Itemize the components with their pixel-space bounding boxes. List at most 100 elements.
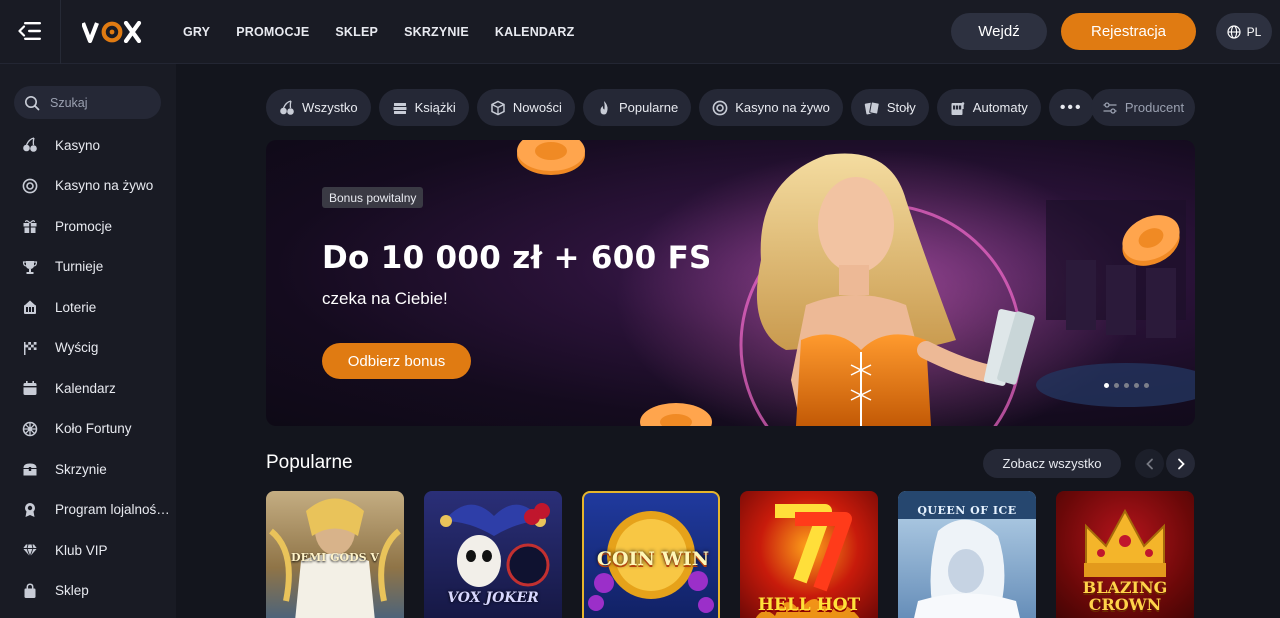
- nav-item-sklep[interactable]: SKLEP: [322, 25, 391, 39]
- sidebar-item-kasyno-na-zywo[interactable]: Kasyno na żywo: [0, 166, 176, 207]
- sidebar-item-kolo-fortuny[interactable]: Koło Fortuny: [0, 409, 176, 450]
- sidebar-item-label: Wyścig: [55, 340, 99, 356]
- carousel-dot[interactable]: [1134, 383, 1139, 388]
- category-label: Wszystko: [302, 100, 358, 115]
- carousel-dot[interactable]: [1114, 383, 1119, 388]
- carousel-dot[interactable]: [1144, 383, 1149, 388]
- vox-logo-icon: [82, 21, 142, 43]
- category-label: Automaty: [972, 100, 1028, 115]
- sidebar-item-label: Klub VIP: [55, 542, 108, 558]
- cube-icon: [490, 100, 506, 116]
- game-title: QUEEN OF ICE: [917, 504, 1017, 517]
- header-divider: [60, 0, 61, 64]
- carousel-prev-button[interactable]: [1135, 449, 1164, 478]
- sidebar-item-label: Skrzynie: [55, 461, 107, 477]
- sidebar-item-kalendarz[interactable]: Kalendarz: [0, 368, 176, 409]
- promo-banner[interactable]: Bonus powitalny Do 10 000 zł + 600 FS cz…: [266, 140, 1195, 426]
- sidebar-item-turnieje[interactable]: Turnieje: [0, 247, 176, 288]
- calendar-icon: [22, 380, 38, 396]
- more-categories-button[interactable]: •••: [1048, 89, 1094, 126]
- category-stoly[interactable]: Stoły: [850, 89, 929, 126]
- search-box[interactable]: [14, 86, 161, 119]
- game-tile-demi-gods[interactable]: DEMI GODS V: [266, 491, 404, 618]
- category-kasyno-na-zywo[interactable]: Kasyno na żywo: [699, 89, 843, 126]
- category-label: Popularne: [618, 100, 679, 115]
- game-title: HELL HOT: [757, 595, 861, 615]
- nav-item-kalendarz[interactable]: KALENDARZ: [482, 25, 588, 39]
- game-title: BLAZING CROWN: [1082, 578, 1168, 614]
- language-selector[interactable]: PL: [1216, 13, 1272, 50]
- game-tile-vox-joker[interactable]: VOX JOKER: [424, 491, 562, 618]
- category-label: Stoły: [886, 100, 916, 115]
- see-all-button[interactable]: Zobacz wszystko: [983, 449, 1121, 478]
- books-icon: [392, 100, 408, 116]
- carousel-dot[interactable]: [1124, 383, 1129, 388]
- nav-item-gry[interactable]: GRY: [170, 25, 223, 39]
- banner-subtitle: czeka na Ciebie!: [322, 289, 448, 308]
- cherries-icon: [22, 137, 38, 153]
- sidebar-item-klub-vip[interactable]: Klub VIP: [0, 530, 176, 571]
- wheel-icon: [22, 421, 38, 437]
- game-title: COIN WIN: [596, 548, 710, 570]
- producer-filter-button[interactable]: Producent: [1091, 89, 1195, 126]
- sidebar-item-label: Kasyno na żywo: [55, 178, 154, 194]
- sidebar-item-promocje[interactable]: Promocje: [0, 206, 176, 247]
- roulette-icon: [22, 178, 38, 194]
- shopping-bag-icon: [22, 583, 38, 599]
- sidebar: Kasyno Kasyno na żywo Promocje Turnieje …: [0, 64, 176, 618]
- game-tile-hell-hot[interactable]: HELL HOT: [740, 491, 878, 618]
- sidebar-item-label: Promocje: [55, 218, 113, 234]
- login-button[interactable]: Wejdź: [951, 13, 1047, 50]
- category-ksiazki[interactable]: Książki: [378, 89, 469, 126]
- sidebar-item-sklep[interactable]: Sklep: [0, 571, 176, 612]
- game-title: VOX JOKER: [447, 590, 539, 606]
- language-code: PL: [1246, 24, 1262, 39]
- cards-icon: [864, 100, 880, 116]
- filter-sliders-icon: [1103, 101, 1117, 114]
- carousel-dots: [1104, 383, 1149, 388]
- logo[interactable]: VOX: [82, 18, 142, 46]
- top-header: VOX GRY PROMOCJE SKLEP SKRZYNIE KALENDAR…: [0, 0, 1280, 64]
- carousel-next-button[interactable]: [1166, 449, 1195, 478]
- nav-item-promocje[interactable]: PROMOCJE: [223, 25, 322, 39]
- sidebar-item-label: Kasyno: [55, 137, 101, 153]
- sidebar-toggle-icon[interactable]: [18, 20, 42, 42]
- cherries-icon: [279, 99, 295, 116]
- carousel-dot[interactable]: [1104, 383, 1109, 388]
- sidebar-item-loterie[interactable]: Loterie: [0, 287, 176, 328]
- gift-icon: [22, 218, 38, 234]
- roulette-icon: [712, 100, 728, 116]
- sidebar-item-skrzynie[interactable]: Skrzynie: [0, 449, 176, 490]
- main-nav: GRY PROMOCJE SKLEP SKRZYNIE KALENDARZ: [170, 0, 587, 64]
- category-popularne[interactable]: Popularne: [582, 89, 692, 126]
- register-button[interactable]: Rejestracja: [1061, 13, 1196, 50]
- sidebar-item-label: Sklep: [55, 583, 89, 599]
- game-tile-blazing-crown[interactable]: BLAZING CROWN: [1056, 491, 1194, 618]
- loyalty-badge-icon: [22, 502, 38, 518]
- game-tile-queen-of-ice[interactable]: QUEEN OF ICE: [898, 491, 1036, 618]
- sidebar-item-label: Loterie: [55, 299, 97, 315]
- chevron-right-icon: [1177, 458, 1185, 469]
- diamond-icon: [22, 542, 38, 559]
- category-nowosci[interactable]: Nowości: [476, 89, 575, 126]
- nav-item-skrzynie[interactable]: SKRZYNIE: [391, 25, 482, 39]
- producer-label: Producent: [1124, 100, 1185, 115]
- category-wszystko[interactable]: Wszystko: [266, 89, 371, 126]
- banner-artwork: [517, 140, 1195, 426]
- game-tile-coin-win[interactable]: COIN WIN: [582, 491, 720, 618]
- sidebar-item-program-lojalnosci[interactable]: Program lojalności...: [0, 490, 176, 531]
- race-flag-icon: [22, 340, 38, 356]
- sidebar-item-wyscig[interactable]: Wyścig: [0, 328, 176, 369]
- sidebar-menu: Kasyno Kasyno na żywo Promocje Turnieje …: [0, 125, 176, 611]
- claim-bonus-button[interactable]: Odbierz bonus: [322, 343, 471, 379]
- lottery-icon: [22, 299, 38, 315]
- category-automaty[interactable]: Automaty: [936, 89, 1041, 126]
- sidebar-item-label: Program lojalności...: [55, 502, 173, 518]
- popular-section-title: Popularne: [266, 452, 353, 473]
- search-input[interactable]: [50, 95, 150, 110]
- category-label: Książki: [414, 100, 456, 115]
- sidebar-item-kasyno[interactable]: Kasyno: [0, 125, 176, 166]
- game-title: DEMI GODS V: [291, 551, 379, 564]
- chevron-left-icon: [1145, 458, 1153, 469]
- search-icon: [25, 95, 40, 110]
